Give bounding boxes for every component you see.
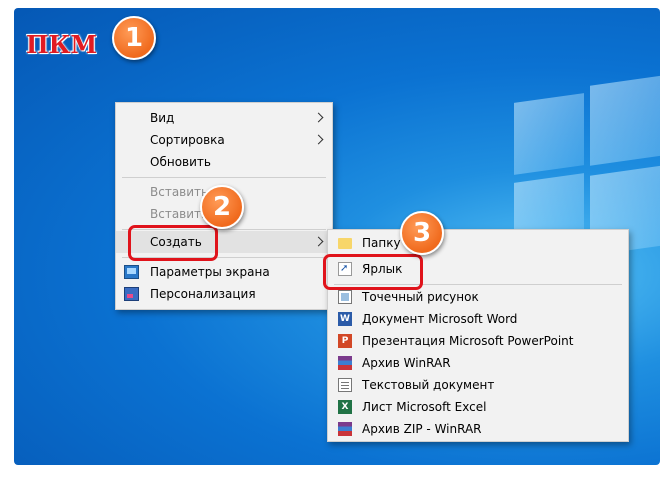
- submenu-item-powerpoint[interactable]: P Презентация Microsoft PowerPoint: [328, 330, 628, 352]
- submenu-item-excel-sheet[interactable]: X Лист Microsoft Excel: [328, 396, 628, 418]
- chevron-right-icon: [313, 112, 324, 123]
- excel-icon: X: [338, 400, 352, 414]
- step-2-badge: 2: [200, 185, 244, 229]
- submenu-item-text-document[interactable]: Текстовый документ: [328, 374, 628, 396]
- menu-item-personalization[interactable]: Персонализация: [116, 283, 332, 305]
- menu-item-label: Документ Microsoft Word: [362, 312, 518, 326]
- shortcut-highlight-box: [323, 254, 423, 290]
- menu-item-label: Точечный рисунок: [362, 290, 479, 304]
- chevron-right-icon: [313, 236, 324, 247]
- menu-item-display-settings[interactable]: Параметры экрана: [116, 261, 332, 283]
- menu-item-label: Архив ZIP - WinRAR: [362, 422, 482, 436]
- winrar-zip-icon: [338, 422, 352, 436]
- submenu-item-word-document[interactable]: W Документ Microsoft Word: [328, 308, 628, 330]
- menu-item-label: Сортировка: [150, 133, 225, 147]
- folder-icon: [338, 238, 352, 249]
- menu-item-view[interactable]: Вид: [116, 107, 332, 129]
- menu-item-label: Архив WinRAR: [362, 356, 451, 370]
- menu-item-label: Текстовый документ: [362, 378, 495, 392]
- menu-item-label: Вставить: [150, 185, 209, 199]
- text-document-icon: [338, 378, 352, 392]
- menu-item-label: Лист Microsoft Excel: [362, 400, 487, 414]
- submenu-item-zip-archive[interactable]: Архив ZIP - WinRAR: [328, 418, 628, 440]
- chevron-right-icon: [313, 134, 324, 145]
- menu-separator: [122, 177, 326, 178]
- submenu-item-winrar-archive[interactable]: Архив WinRAR: [328, 352, 628, 374]
- powerpoint-icon: P: [338, 334, 352, 348]
- menu-item-label: Вид: [150, 111, 175, 125]
- menu-item-refresh[interactable]: Обновить: [116, 151, 332, 173]
- winrar-icon: [338, 356, 352, 370]
- submenu-item-folder[interactable]: Папку: [328, 232, 628, 254]
- menu-item-label: Папку: [362, 236, 401, 250]
- display-settings-icon: [124, 265, 139, 279]
- word-icon: W: [338, 312, 352, 326]
- step-3-badge: 3: [400, 211, 444, 255]
- menu-item-label: Презентация Microsoft PowerPoint: [362, 334, 574, 348]
- rmb-label: ПКМ: [26, 30, 98, 59]
- menu-item-label: Параметры экрана: [150, 265, 270, 279]
- personalization-icon: [124, 287, 139, 301]
- menu-item-sort[interactable]: Сортировка: [116, 129, 332, 151]
- step-1-badge: 1: [112, 16, 156, 60]
- bitmap-icon: [338, 290, 352, 304]
- menu-item-label: Персонализация: [150, 287, 256, 301]
- menu-item-label: Обновить: [150, 155, 211, 169]
- create-highlight-box: [128, 225, 218, 261]
